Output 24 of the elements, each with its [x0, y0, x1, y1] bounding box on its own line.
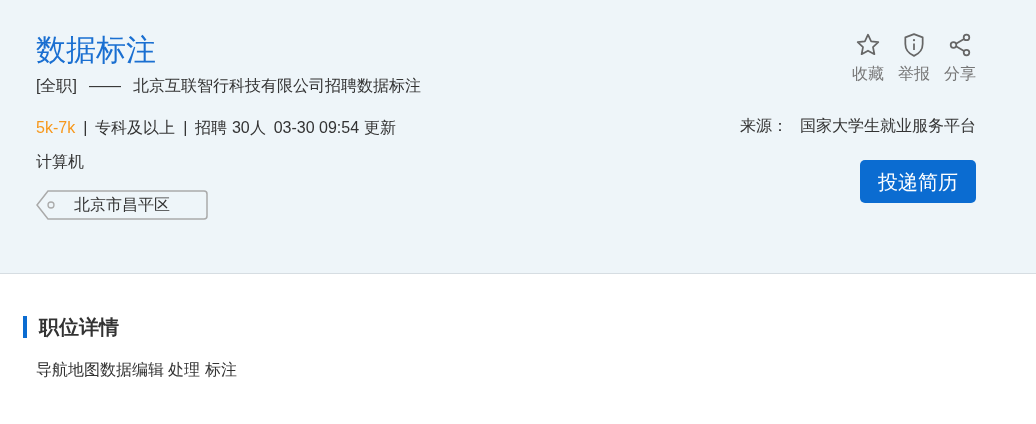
- source-label: 来源：: [740, 116, 788, 136]
- source-value: 国家大学生就业服务平台: [800, 116, 976, 136]
- star-icon: [855, 32, 881, 58]
- education: 专科及以上: [95, 118, 176, 138]
- salary: 5k-7k: [36, 118, 76, 138]
- update-time: 03-30 09:54 更新: [273, 118, 396, 138]
- action-button[interactable]: 收藏: [852, 32, 884, 86]
- major: 计算机: [36, 152, 84, 172]
- section-heading: 职位详情: [39, 315, 119, 340]
- separator: |: [183, 118, 188, 138]
- dash-separator: ——: [88, 76, 121, 96]
- action-button[interactable]: 分享: [944, 32, 976, 86]
- company-line: 北京互联智行科技有限公司招聘数据标注: [132, 76, 421, 96]
- separator: |: [83, 118, 88, 138]
- location-tag: 北京市昌平区: [36, 190, 208, 220]
- job-type: [全职]: [36, 76, 77, 96]
- apply-button[interactable]: 投递简历: [860, 160, 976, 203]
- job-description: 导航地图数据编辑 处理 标注: [36, 360, 238, 380]
- job-title: 数据标注: [36, 32, 156, 68]
- share-icon: [947, 32, 973, 58]
- headcount: 招聘 30人: [195, 118, 266, 138]
- shield-info-icon: [901, 32, 927, 58]
- action-button[interactable]: 举报: [898, 32, 930, 86]
- heading-accent-bar: [23, 316, 27, 338]
